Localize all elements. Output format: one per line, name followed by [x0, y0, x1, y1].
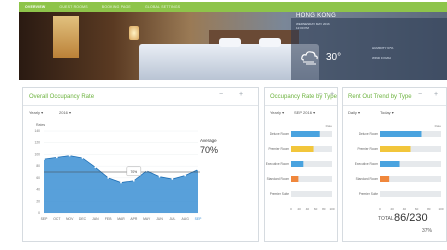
x-tick-label: 20	[298, 207, 302, 211]
x-tick-label: 100	[438, 207, 443, 211]
y-tick-label: 0	[38, 211, 40, 215]
occupancy-area	[44, 155, 198, 213]
wind-text: WIND 9 KM/H	[372, 56, 391, 60]
x-tick-label: NOV	[66, 217, 74, 221]
data-point	[145, 169, 148, 172]
x-tick-label: DEC	[79, 217, 87, 221]
data-point	[43, 158, 45, 161]
hero-pillow	[259, 38, 281, 47]
bar-label: Standard Room	[356, 177, 379, 181]
hero-window	[53, 16, 79, 58]
bar-label: Executive Room	[266, 162, 290, 166]
x-tick-label: 0	[290, 207, 292, 211]
city-name: HONG KONG	[296, 13, 337, 19]
total-percent: 37%	[422, 228, 433, 234]
average-label: Average	[200, 138, 217, 143]
x-tick-label: 80	[322, 207, 326, 211]
bar	[291, 191, 295, 197]
y-axis-label: Rates	[36, 123, 45, 127]
bar	[291, 176, 299, 182]
x-tick-label: AUG	[181, 217, 189, 221]
total-label: TOTAL	[378, 216, 394, 222]
x-tick-label: JUL	[169, 217, 175, 221]
cloud-wind-icon	[301, 51, 318, 65]
x-tick-label: JAN	[92, 217, 99, 221]
occupancy-chart: Rates 140 120 100 80 60 40 20 0 70% SEP OCT NOV DEC JA…	[34, 123, 203, 221]
y-tick-label: 20	[36, 199, 40, 203]
x-tick-label: SEP	[195, 217, 203, 221]
data-point	[68, 154, 71, 157]
data-point	[132, 179, 135, 182]
y-tick-label: 40	[36, 188, 40, 192]
bar	[291, 131, 320, 137]
nav-tab-guest-rooms[interactable]: GUEST ROOMS	[59, 5, 87, 9]
bar	[380, 176, 390, 182]
data-point	[197, 168, 199, 171]
nav-tab-overview[interactable]: OVERVIEW	[25, 5, 45, 9]
bar	[380, 146, 411, 152]
bar-label: Premier Suite	[270, 192, 290, 196]
x-tick-label: JUN	[156, 217, 163, 221]
x-tick-label: APR	[130, 217, 138, 221]
data-point	[81, 157, 84, 159]
nav-tab-global-settings[interactable]: GLOBAL SETTINGS	[145, 5, 180, 9]
data-point	[94, 166, 97, 169]
occupancy-type-chart: Rate Deluxe Room Premier Room Executive Roo…	[266, 124, 335, 211]
x-tick-label: 60	[314, 207, 318, 211]
humidity-text: HUMIDITY 67%	[372, 46, 394, 50]
column-header: Rate	[326, 124, 333, 128]
bar-label: Premier Room	[357, 147, 378, 151]
bar-label: Deluxe Room	[270, 132, 290, 136]
hero-pillow	[219, 38, 241, 47]
average-value: 70%	[200, 145, 219, 155]
y-tick-label: 120	[34, 141, 40, 145]
bar-track	[291, 191, 332, 197]
bar-label: Executive Room	[355, 162, 379, 166]
bar-label: Premier Room	[268, 147, 289, 151]
x-tick-label: 20	[391, 207, 395, 211]
top-nav: OVERVIEW GUEST ROOMS BOOKING PAGE GLOBAL…	[19, 2, 447, 12]
x-tick-label: 100	[329, 207, 334, 211]
hero-overlay	[291, 18, 447, 80]
x-tick-label: SEP	[41, 217, 49, 221]
time-text: 12:00 PM	[296, 26, 309, 30]
x-tick-label: 60	[415, 207, 419, 211]
bar-track	[380, 191, 441, 197]
x-tick-label: 40	[306, 207, 310, 211]
temperature: 30°	[326, 52, 342, 63]
y-tick-label: 80	[36, 164, 40, 168]
bar	[291, 146, 314, 152]
data-point	[55, 156, 58, 159]
x-tick-label: 0	[379, 207, 381, 211]
tooltip-text: 70%	[131, 170, 138, 174]
hero-lamp	[129, 26, 139, 40]
x-tick-label: FEB	[105, 217, 112, 221]
bar	[380, 131, 422, 137]
total-value: 86/230	[394, 212, 428, 224]
nav-tab-booking-page[interactable]: BOOKING PAGE	[102, 5, 131, 9]
y-tick-label: 140	[34, 129, 40, 133]
bar	[291, 161, 304, 167]
bar	[380, 161, 400, 167]
y-tick-label: 60	[36, 176, 40, 180]
bar-label: Standard Room	[267, 177, 290, 181]
data-point	[158, 175, 161, 178]
y-tick-label: 100	[34, 152, 40, 156]
x-tick-label: OCT	[53, 217, 60, 221]
data-point	[184, 174, 187, 177]
x-tick-label: MAR	[117, 217, 125, 221]
bar-label: Premier Suite	[359, 192, 379, 196]
x-tick-label: 40	[403, 207, 407, 211]
x-tick-label: 80	[427, 207, 431, 211]
column-header: Rate	[435, 124, 442, 128]
bar-label: Deluxe Room	[359, 132, 379, 136]
data-point	[171, 178, 174, 180]
data-point	[120, 181, 122, 184]
x-tick-label: MAY	[143, 217, 151, 221]
data-point	[107, 176, 110, 179]
